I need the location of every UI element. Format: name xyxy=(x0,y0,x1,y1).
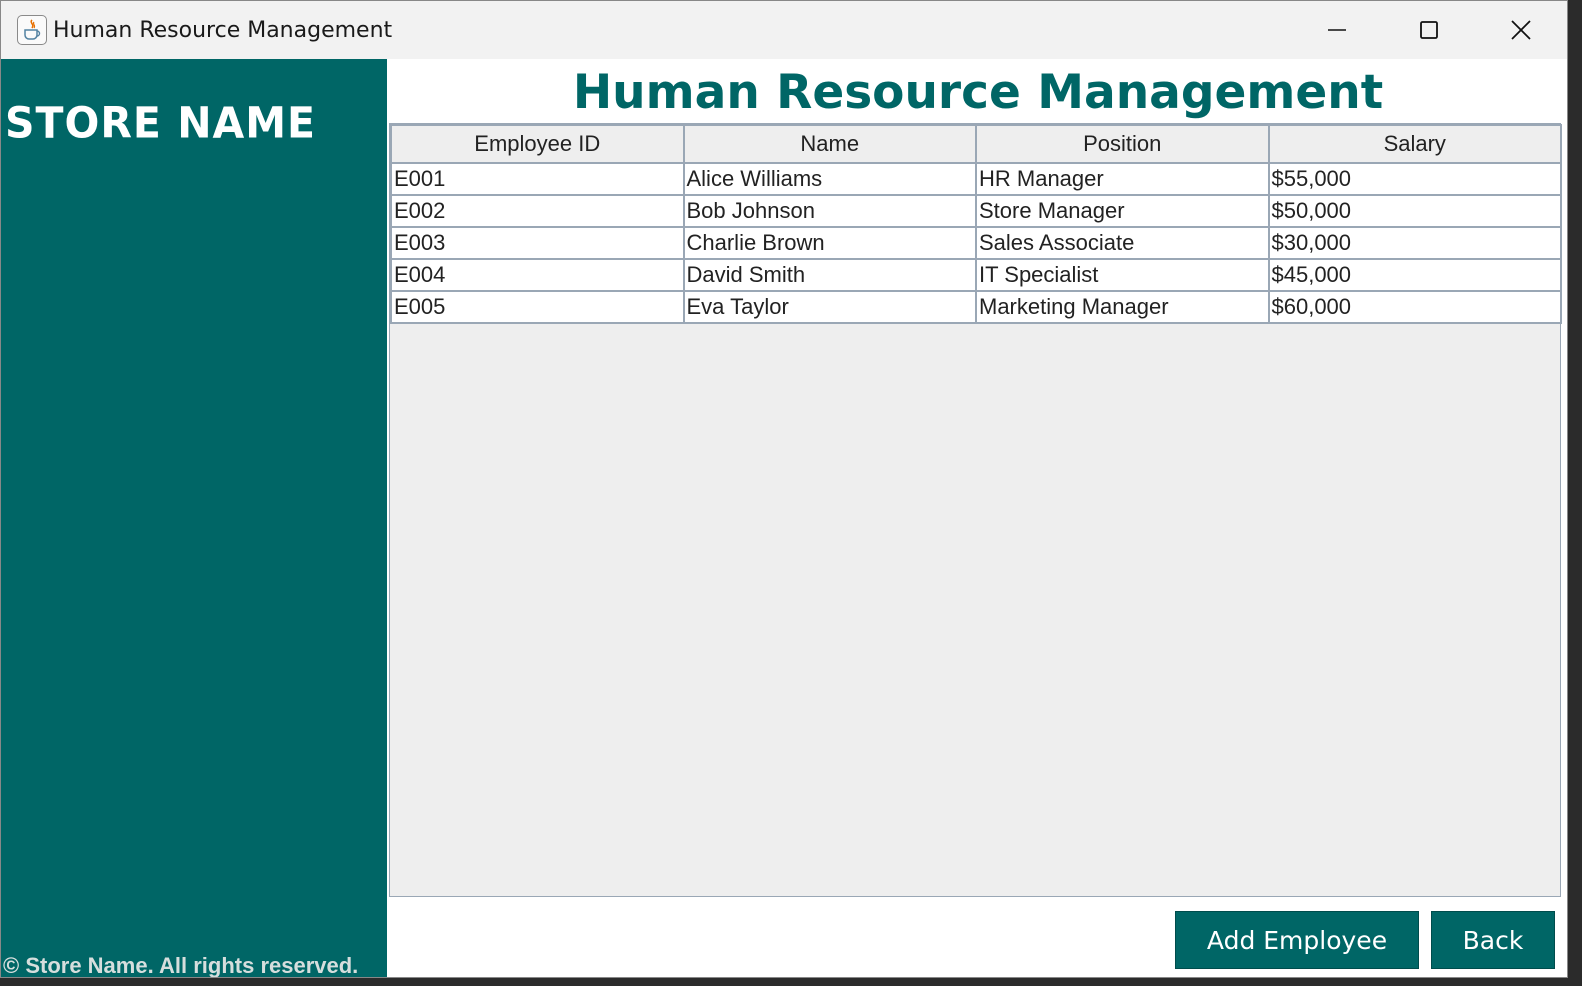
window-title: Human Resource Management xyxy=(53,17,393,43)
cell-salary[interactable]: $45,000 xyxy=(1267,258,1562,292)
close-icon xyxy=(1511,20,1531,40)
table-row[interactable]: E004 David Smith IT Specialist $45,000 xyxy=(390,258,1562,292)
title-bar[interactable]: Human Resource Management xyxy=(1,1,1567,59)
table-header-row: Employee ID Name Position Salary xyxy=(390,124,1562,164)
cell-employee-id[interactable]: E003 xyxy=(390,226,685,260)
minimize-icon xyxy=(1328,29,1346,31)
cell-salary[interactable]: $60,000 xyxy=(1267,290,1562,324)
add-employee-button[interactable]: Add Employee xyxy=(1175,911,1419,969)
table-row[interactable]: E002 Bob Johnson Store Manager $50,000 xyxy=(390,194,1562,228)
cell-position[interactable]: HR Manager xyxy=(975,162,1270,196)
cell-name[interactable]: Eva Taylor xyxy=(682,290,977,324)
table-row[interactable]: E003 Charlie Brown Sales Associate $30,0… xyxy=(390,226,1562,260)
employee-table-viewport[interactable]: Employee ID Name Position Salary E001 Al… xyxy=(389,123,1562,897)
cell-name[interactable]: Charlie Brown xyxy=(682,226,977,260)
table-row[interactable]: E001 Alice Williams HR Manager $55,000 xyxy=(390,162,1562,196)
cell-employee-id[interactable]: E002 xyxy=(390,194,685,228)
minimize-button[interactable] xyxy=(1291,1,1383,59)
cell-employee-id[interactable]: E001 xyxy=(390,162,685,196)
cell-position[interactable]: Marketing Manager xyxy=(975,290,1270,324)
cell-position[interactable]: IT Specialist xyxy=(975,258,1270,292)
column-header-name[interactable]: Name xyxy=(682,124,977,164)
column-header-salary[interactable]: Salary xyxy=(1267,124,1562,164)
page-title: Human Resource Management xyxy=(572,65,1384,120)
cell-name[interactable]: David Smith xyxy=(682,258,977,292)
copyright-text: © Store Name. All rights reserved. xyxy=(3,953,359,978)
cell-salary[interactable]: $50,000 xyxy=(1267,194,1562,228)
store-name-logo: Store Name xyxy=(5,97,317,149)
close-button[interactable] xyxy=(1475,1,1567,59)
cell-position[interactable]: Store Manager xyxy=(975,194,1270,228)
table-row[interactable]: E005 Eva Taylor Marketing Manager $60,00… xyxy=(390,290,1562,324)
cell-name[interactable]: Alice Williams xyxy=(682,162,977,196)
cell-salary[interactable]: $55,000 xyxy=(1267,162,1562,196)
cell-salary[interactable]: $30,000 xyxy=(1267,226,1562,260)
maximize-button[interactable] xyxy=(1383,1,1475,59)
back-button[interactable]: Back xyxy=(1431,911,1555,969)
employee-table: Employee ID Name Position Salary E001 Al… xyxy=(390,124,1562,324)
column-header-employee-id[interactable]: Employee ID xyxy=(390,124,685,164)
column-header-position[interactable]: Position xyxy=(975,124,1270,164)
cell-employee-id[interactable]: E004 xyxy=(390,258,685,292)
maximize-icon xyxy=(1420,21,1438,39)
cell-position[interactable]: Sales Associate xyxy=(975,226,1270,260)
main-panel: Human Resource Management Employee ID Na… xyxy=(387,59,1567,977)
sidebar: Store Name © Store Name. All rights rese… xyxy=(1,59,387,978)
cell-employee-id[interactable]: E005 xyxy=(390,290,685,324)
cell-name[interactable]: Bob Johnson xyxy=(682,194,977,228)
app-window: Human Resource Management Store Name xyxy=(0,0,1568,978)
window-controls xyxy=(1291,1,1567,59)
java-icon xyxy=(17,15,47,45)
